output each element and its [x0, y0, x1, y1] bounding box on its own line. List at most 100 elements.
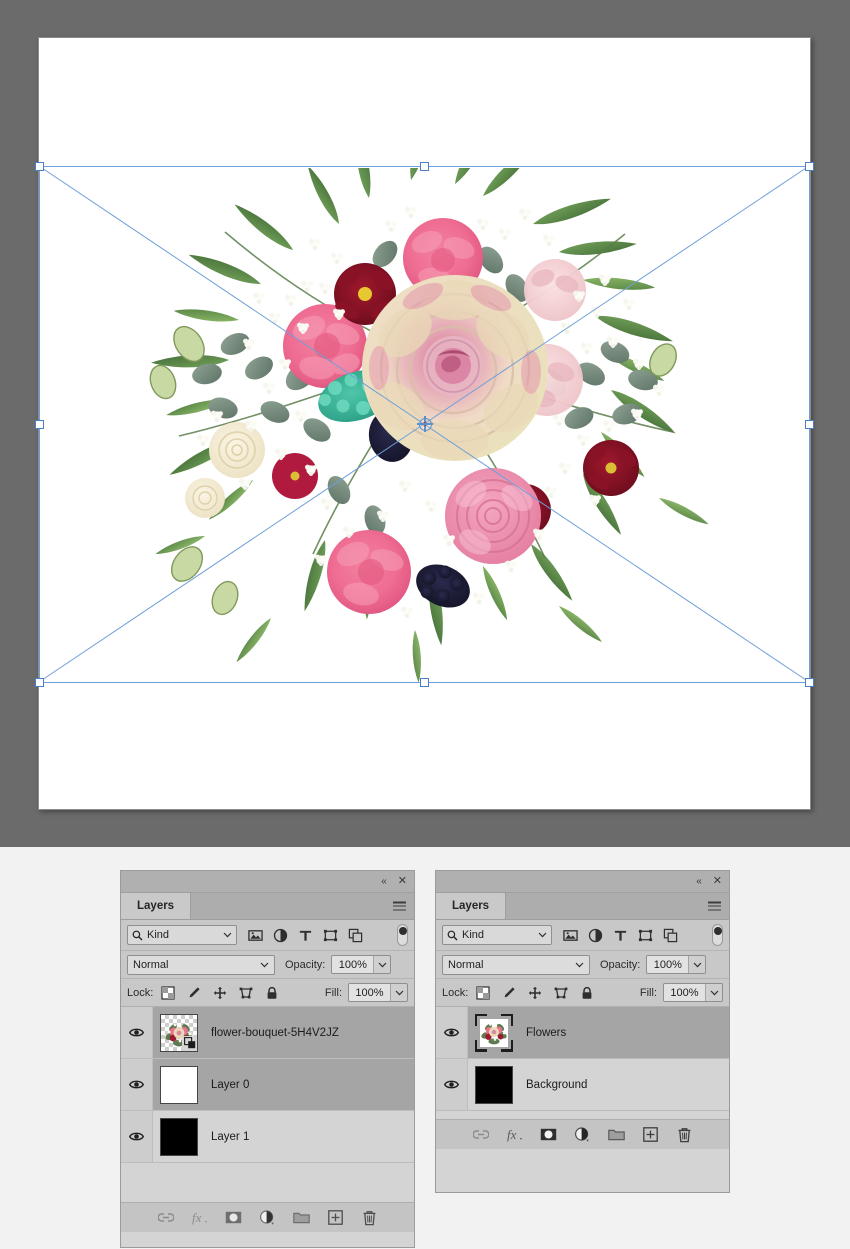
- fill-dropdown-arrow[interactable]: [705, 984, 722, 1001]
- link-layers-button[interactable]: [464, 1120, 498, 1150]
- layer-name[interactable]: Flowers: [526, 1027, 566, 1039]
- shape-layers-filter-icon[interactable]: [323, 928, 338, 943]
- lock-row: Lock: Fill: 100%: [121, 979, 414, 1007]
- delete-layer-button[interactable]: [668, 1120, 702, 1150]
- opacity-field[interactable]: 100%: [646, 955, 707, 974]
- lock-transparent-pixels-icon[interactable]: [161, 985, 175, 1000]
- filter-kind-select[interactable]: Kind: [442, 925, 552, 945]
- panel-tabbar: Layers: [121, 893, 414, 920]
- blend-mode-select[interactable]: Normal: [442, 954, 590, 975]
- lock-all-icon[interactable]: [265, 986, 279, 1000]
- smart-object-filter-icon[interactable]: [348, 928, 363, 943]
- adjustment-layers-filter-icon[interactable]: [588, 928, 603, 943]
- link-layers-button[interactable]: [149, 1203, 183, 1233]
- layer-visibility-toggle[interactable]: [121, 1111, 153, 1162]
- smart-object-icon: [183, 1037, 195, 1049]
- add-layer-mask-button[interactable]: [532, 1120, 566, 1150]
- smart-object-filter-icon[interactable]: [663, 928, 678, 943]
- layer-thumbnail[interactable]: [475, 1065, 513, 1104]
- opacity-dropdown-arrow[interactable]: [373, 956, 391, 973]
- type-layers-filter-icon[interactable]: [298, 928, 313, 943]
- layer-list-empty-space: [436, 1111, 729, 1119]
- layers-panel-left[interactable]: « ✕ Layers Kind Normal Opacity: 100% Loc…: [120, 870, 415, 1248]
- panel-menu-icon[interactable]: [708, 901, 721, 911]
- lock-image-pixels-icon[interactable]: [502, 986, 516, 1000]
- layer-thumbnail[interactable]: [160, 1013, 198, 1052]
- layer-name[interactable]: Background: [526, 1079, 587, 1091]
- search-icon: [447, 930, 458, 940]
- layer-name[interactable]: Layer 1: [211, 1131, 249, 1143]
- new-group-button[interactable]: [600, 1120, 634, 1150]
- layer-row[interactable]: flower-bouquet-5H4V2JZ: [121, 1007, 414, 1059]
- shape-layers-filter-icon[interactable]: [638, 928, 653, 943]
- new-adjustment-layer-button[interactable]: [566, 1120, 600, 1150]
- layer-style-button[interactable]: fx: [183, 1203, 217, 1233]
- layer-name[interactable]: Layer 0: [211, 1079, 249, 1091]
- add-layer-mask-button[interactable]: [217, 1203, 251, 1233]
- tab-layers[interactable]: Layers: [121, 893, 192, 919]
- fx-label: fx: [192, 1210, 202, 1225]
- panel-titlebar: « ✕: [436, 871, 729, 893]
- layer-row[interactable]: Background: [436, 1059, 729, 1111]
- blend-mode-select[interactable]: Normal: [127, 954, 275, 975]
- fill-field[interactable]: 100%: [348, 983, 408, 1002]
- lock-all-icon[interactable]: [580, 986, 594, 1000]
- lock-row: Lock: Fill: 100%: [436, 979, 729, 1007]
- lock-artboard-nesting-icon[interactable]: [554, 986, 568, 1000]
- collapse-panel-icon[interactable]: «: [381, 876, 386, 887]
- filter-icons-group: [563, 928, 678, 943]
- type-layers-filter-icon[interactable]: [613, 928, 628, 943]
- layers-panel-right[interactable]: « ✕ Layers Kind Normal Opacity: 100% Loc…: [435, 870, 730, 1193]
- tab-layers[interactable]: Layers: [436, 893, 507, 919]
- layer-visibility-toggle[interactable]: [121, 1059, 153, 1110]
- filter-enable-toggle[interactable]: [397, 924, 408, 946]
- layer-name[interactable]: flower-bouquet-5H4V2JZ: [211, 1027, 339, 1039]
- close-icon[interactable]: ✕: [398, 876, 407, 887]
- chevron-down-icon: [693, 962, 702, 967]
- close-icon[interactable]: ✕: [713, 876, 722, 887]
- filter-kind-select[interactable]: Kind: [127, 925, 237, 945]
- blend-mode-value: Normal: [133, 958, 169, 971]
- layer-thumbnail[interactable]: [475, 1013, 513, 1052]
- fill-dropdown-arrow[interactable]: [390, 984, 407, 1001]
- new-layer-button[interactable]: [319, 1203, 353, 1233]
- layers-panel-footer: fx: [436, 1119, 729, 1149]
- opacity-dropdown-arrow[interactable]: [688, 956, 706, 973]
- panel-menu-icon[interactable]: [393, 901, 406, 911]
- layer-filter-row: Kind: [436, 920, 729, 951]
- layer-row[interactable]: Layer 0: [121, 1059, 414, 1111]
- fill-value: 100%: [664, 984, 705, 1001]
- chevron-down-icon: [710, 990, 718, 995]
- opacity-field[interactable]: 100%: [331, 955, 392, 974]
- layer-visibility-toggle[interactable]: [436, 1007, 468, 1058]
- lock-position-icon[interactable]: [213, 986, 227, 1000]
- layer-thumbnail[interactable]: [160, 1065, 198, 1104]
- lock-transparent-pixels-icon[interactable]: [476, 985, 490, 1000]
- new-adjustment-layer-button[interactable]: [251, 1203, 285, 1233]
- new-layer-button[interactable]: [634, 1120, 668, 1150]
- panel-tabbar: Layers: [436, 893, 729, 920]
- lock-position-icon[interactable]: [528, 986, 542, 1000]
- pixel-layers-filter-icon[interactable]: [248, 928, 263, 943]
- layer-row[interactable]: Flowers: [436, 1007, 729, 1059]
- lock-label: Lock:: [127, 986, 154, 999]
- document-canvas[interactable]: [38, 37, 811, 810]
- layer-thumbnail[interactable]: [160, 1117, 198, 1156]
- delete-layer-button[interactable]: [353, 1203, 387, 1233]
- layer-visibility-toggle[interactable]: [436, 1059, 468, 1110]
- layer-row[interactable]: Layer 1: [121, 1111, 414, 1163]
- layer-mask-icon: [225, 1211, 242, 1224]
- pixel-layers-filter-icon[interactable]: [563, 928, 578, 943]
- lock-artboard-nesting-icon[interactable]: [239, 986, 253, 1000]
- opacity-label: Opacity:: [285, 958, 326, 971]
- new-group-button[interactable]: [285, 1203, 319, 1233]
- collapse-panel-icon[interactable]: «: [696, 876, 701, 887]
- eye-icon: [129, 1132, 144, 1141]
- filter-enable-toggle[interactable]: [712, 924, 723, 946]
- layer-style-button[interactable]: fx: [498, 1120, 532, 1150]
- search-icon: [132, 930, 143, 940]
- adjustment-layers-filter-icon[interactable]: [273, 928, 288, 943]
- lock-image-pixels-icon[interactable]: [187, 986, 201, 1000]
- layer-visibility-toggle[interactable]: [121, 1007, 153, 1058]
- fill-field[interactable]: 100%: [663, 983, 723, 1002]
